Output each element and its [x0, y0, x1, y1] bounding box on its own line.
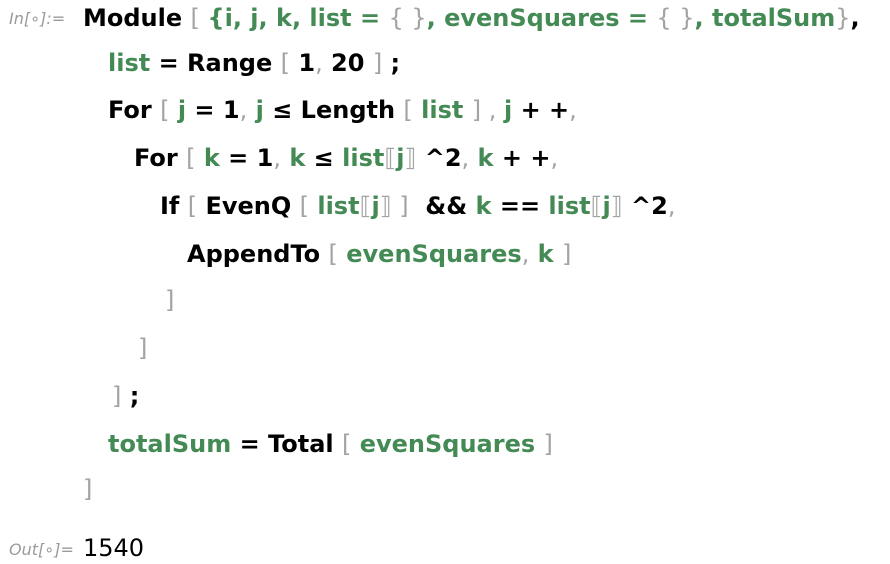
code-line-10[interactable]: totalSum = Total [ evenSquares ] — [108, 428, 553, 460]
bracket-token: ⟦ — [590, 192, 603, 220]
bracket-token: ⟧ — [404, 144, 417, 172]
code-token: 1 — [290, 49, 316, 77]
variable-token: list — [342, 144, 385, 172]
code-line-8[interactable]: ] — [138, 332, 147, 364]
bracket-token: , — [481, 96, 504, 124]
code-token: = Total — [231, 430, 342, 458]
variable-token: list — [108, 49, 151, 77]
code-token: && — [408, 192, 476, 220]
bracket-token: [ — [341, 430, 352, 458]
variable-token: evenSquares — [337, 240, 522, 268]
bracket-token: ] — [138, 334, 148, 362]
code-token: + + — [493, 144, 551, 172]
bracket-token: ⟦ — [384, 144, 397, 172]
bracket-token: ] — [543, 430, 553, 458]
variable-token: j — [371, 192, 380, 220]
code-token: = 1 — [219, 144, 274, 172]
bracket-token: [ — [187, 192, 198, 220]
variable-token: j — [247, 96, 264, 124]
input-cell-label: In[∘]:= — [9, 9, 66, 28]
code-token: For — [108, 96, 161, 124]
variable-token: k — [475, 192, 492, 220]
variable-token: list — [309, 192, 360, 220]
code-token: = 1 — [186, 96, 240, 124]
bracket-token: ⟧ — [610, 192, 623, 220]
code-line-3[interactable]: For [ j = 1, j ≤ Length [ list ] , j + +… — [108, 94, 577, 126]
variable-token: k — [195, 144, 220, 172]
variable-token: evenSquares — [351, 430, 544, 458]
bracket-token: , — [273, 144, 281, 172]
bracket-token: ⟧ ] — [379, 192, 409, 220]
code-token: + + — [512, 96, 570, 124]
bracket-token: ⟦ — [359, 192, 372, 220]
code-line-1[interactable]: Module [ {i, j, k, list = { }, evenSquar… — [83, 2, 860, 34]
bracket-token: , — [315, 49, 323, 77]
variable-token: list — [412, 96, 472, 124]
bracket-token: { } — [388, 4, 427, 32]
code-token: == — [491, 192, 549, 220]
variable-token: k — [469, 144, 494, 172]
bracket-token: } — [835, 4, 851, 32]
variable-token: k — [280, 144, 306, 172]
code-token: = Range — [150, 49, 281, 77]
code-token: For — [134, 144, 187, 172]
variable-token: j — [602, 192, 611, 220]
code-line-2[interactable]: list = Range [ 1, 20 ] ; — [108, 47, 400, 79]
code-token: AppendTo — [187, 240, 329, 268]
code-token: ≤ Length — [263, 96, 404, 124]
code-token: Module — [83, 4, 191, 32]
bracket-token: [ — [328, 240, 338, 268]
bracket-token: , — [569, 96, 577, 124]
variable-token: {i, j, k, list = — [207, 4, 389, 32]
code-line-9[interactable]: ] ; — [112, 380, 139, 412]
variable-token: j — [169, 96, 187, 124]
bracket-token: ] — [112, 382, 122, 410]
code-token: ^2 — [622, 192, 668, 220]
bracket-token: [ — [280, 49, 290, 77]
code-line-4[interactable]: For [ k = 1, k ≤ list⟦j⟧ ^2, k + +, — [134, 142, 558, 174]
output-value[interactable]: 1540 — [83, 534, 144, 562]
bracket-token: ] — [372, 49, 383, 77]
code-token: ^2 — [416, 144, 462, 172]
code-line-11[interactable]: ] — [83, 473, 92, 505]
bracket-token: ] — [562, 240, 572, 268]
variable-token: j — [503, 96, 513, 124]
bracket-token: ] — [165, 286, 175, 314]
code-line-6[interactable]: AppendTo [ evenSquares, k ] — [187, 238, 571, 270]
variable-token: list — [548, 192, 591, 220]
code-line-7[interactable]: ] — [165, 284, 174, 316]
code-token: ; — [382, 49, 401, 77]
variable-token: k — [529, 240, 562, 268]
bracket-token: ] — [471, 96, 482, 124]
code-line-5[interactable]: If [ EvenQ [ list⟦j⟧ ] && k == list⟦j⟧ ^… — [160, 190, 675, 222]
bracket-token: ] — [83, 475, 93, 503]
bracket-token: { } — [656, 4, 695, 32]
code-token: EvenQ — [197, 192, 300, 220]
bracket-token: [ — [299, 192, 309, 220]
code-token: , — [850, 4, 860, 32]
variable-token: totalSum — [108, 430, 232, 458]
variable-token: , totalSum — [694, 4, 836, 32]
code-token: 20 — [322, 49, 373, 77]
bracket-token: [ — [190, 4, 208, 32]
code-token: If — [160, 192, 188, 220]
variable-token: , evenSquares = — [426, 4, 657, 32]
output-cell-label: Out[∘]= — [9, 540, 74, 559]
bracket-token: [ — [403, 96, 413, 124]
bracket-token: , — [667, 192, 676, 220]
bracket-token: , — [550, 144, 559, 172]
code-token: ≤ — [305, 144, 343, 172]
code-token: ; — [121, 382, 140, 410]
